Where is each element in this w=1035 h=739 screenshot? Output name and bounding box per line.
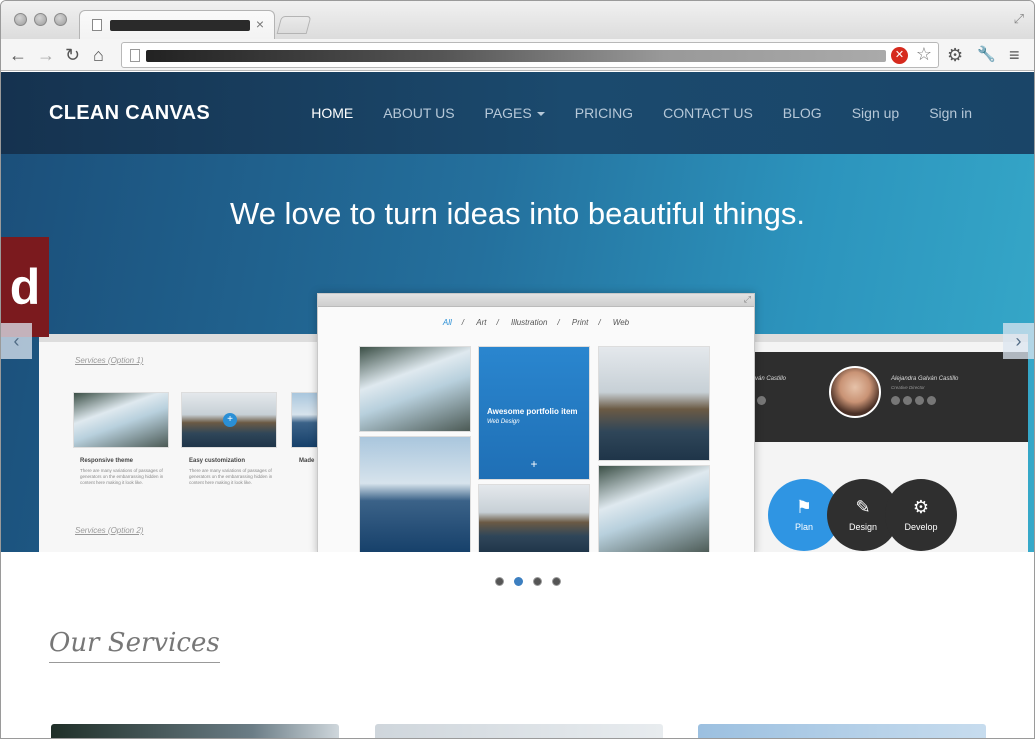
slider-dot-3[interactable] [533,577,542,586]
filter-separator: / [598,318,601,327]
slider-dot-1[interactable] [495,577,504,586]
close-window-button[interactable] [14,13,27,26]
blocked-content-icon[interactable]: ✕ [891,47,908,64]
tab-close-icon[interactable]: × [256,16,264,32]
develop-circle[interactable]: ⚙ Develop [885,479,957,551]
main-nav: HOME ABOUT US PAGES PRICING CONTACT US B… [311,105,972,121]
mini-text: There are many variations of passages of… [80,468,164,485]
d-badge[interactable]: d [1,237,49,337]
service-image-2 [375,724,663,738]
browser-tab[interactable]: × [79,10,275,39]
menu-icon[interactable]: ≡ [1009,42,1020,68]
portfolio-thumb-ice[interactable] [359,346,471,432]
plus-icon: + [223,413,237,427]
person-name-partial: ván Castillo [755,376,787,382]
preview-portfolio-panel: All / Art / Illustration / Print / Web Aweso… [317,293,755,552]
mini-title-made: Made [299,458,315,464]
page-icon [92,19,102,31]
avatar [829,366,881,418]
portfolio-caption: Awesome portfolio item [487,407,578,416]
preview-services-panel: Services (Option 1) + Responsive theme E… [39,334,331,552]
service-image-1 [51,724,339,738]
filter-separator: / [557,318,560,327]
person-role: Creative Director [891,385,925,390]
filter-illustration[interactable]: Illustration [511,318,547,327]
nav-home[interactable]: HOME [311,105,353,121]
fullscreen-icon[interactable]: ⤢ [1014,11,1024,27]
nav-sign-in[interactable]: Sign in [929,105,972,121]
new-tab-button[interactable] [276,16,312,34]
mini-title-customization: Easy customization [189,458,246,464]
site-header: CLEAN CANVAS HOME ABOUT US PAGES PRICING… [1,72,1034,154]
service-image-3 [698,724,986,738]
portfolio-subcaption: Web Design [487,419,520,425]
slider-dot-2[interactable] [514,577,523,586]
portfolio-filters: All / Art / Illustration / Print / Web [318,318,754,327]
browser-toolbar: ← → ↻ ⌂ ✕ ☆ ⚙ 🔧 ≡ [1,39,1034,71]
facebook-icon[interactable] [891,396,900,405]
bookmark-star-icon[interactable]: ☆ [916,44,932,65]
mini-thumb-rock: + [181,392,277,448]
slider-prev-button[interactable]: ‹ [1,323,32,359]
linkedin-icon[interactable] [915,396,924,405]
filter-separator: / [496,318,499,327]
back-icon[interactable]: ← [9,42,27,68]
services-option2-label: Services (Option 2) [75,526,144,535]
nav-contact-us[interactable]: CONTACT US [663,105,753,121]
wrench-icon[interactable]: 🔧 [977,42,996,68]
slider-dot-4[interactable] [552,577,561,586]
browser-window: × ⤢ ← → ↻ ⌂ ✕ ☆ ⚙ 🔧 ≡ CLEAN CANVAS HOME … [0,0,1035,739]
team-band: ván Castillo Alejandra Galván Castillo C… [753,352,1028,442]
twitter-icon[interactable] [903,396,912,405]
flickr-icon[interactable] [927,396,936,405]
chevron-down-icon [536,112,545,117]
portfolio-thumb-featured[interactable]: Awesome portfolio item Web Design + [478,346,590,480]
nav-pages-wrap[interactable]: PAGES [485,105,545,121]
nav-pricing[interactable]: PRICING [575,105,633,121]
portfolio-thumb-cliff[interactable] [598,346,710,461]
filter-web[interactable]: Web [613,318,629,327]
slider-pagination [495,577,561,586]
filter-separator: / [461,318,464,327]
nav-pages: PAGES [484,105,532,121]
address-bar[interactable]: ✕ ☆ [121,42,939,68]
person-name: Alejandra Galván Castillo [891,376,959,382]
browser-titlebar: × ⤢ [1,1,1034,39]
filter-all[interactable]: All [443,318,452,327]
slider-next-button[interactable]: › [1003,323,1034,359]
portfolio-thumb-sea[interactable] [359,436,471,552]
nav-about-us[interactable]: ABOUT US [383,105,454,121]
nav-blog[interactable]: BLOG [783,105,822,121]
minimize-window-button[interactable] [34,13,47,26]
forward-icon[interactable]: → [37,42,55,68]
hero-headline: We love to turn ideas into beautiful thi… [230,196,805,231]
zoom-window-button[interactable] [54,13,67,26]
nav-sign-up[interactable]: Sign up [852,105,899,121]
home-icon[interactable]: ⌂ [93,42,104,68]
hero-slider: We love to turn ideas into beautiful thi… [1,154,1034,552]
mini-text: There are many variations of passages of… [189,468,273,485]
expand-icon[interactable]: ⤢ [744,294,751,305]
reload-icon[interactable]: ↻ [65,42,80,68]
page-icon [130,49,140,62]
site-logo[interactable]: CLEAN CANVAS [49,102,210,125]
redacted-url [146,50,886,62]
mini-title-responsive: Responsive theme [80,458,134,464]
services-option1-label: Services (Option 1) [75,356,144,365]
settings-icon[interactable]: ⚙ [947,42,963,68]
mini-thumb-ice [73,392,169,448]
develop-label: Develop [904,522,938,532]
filter-art[interactable]: Art [476,318,486,327]
filter-print[interactable]: Print [572,318,588,327]
portfolio-thumb-rock[interactable] [478,484,590,552]
redacted-tab-title [110,20,250,31]
plus-icon: + [530,457,538,471]
portfolio-thumb-ice-2[interactable] [598,465,710,552]
panel-titlebar [318,294,754,307]
social-icon [757,396,766,405]
our-services-heading: Our Services [49,628,220,663]
gear-icon: ⚙ [912,497,930,517]
